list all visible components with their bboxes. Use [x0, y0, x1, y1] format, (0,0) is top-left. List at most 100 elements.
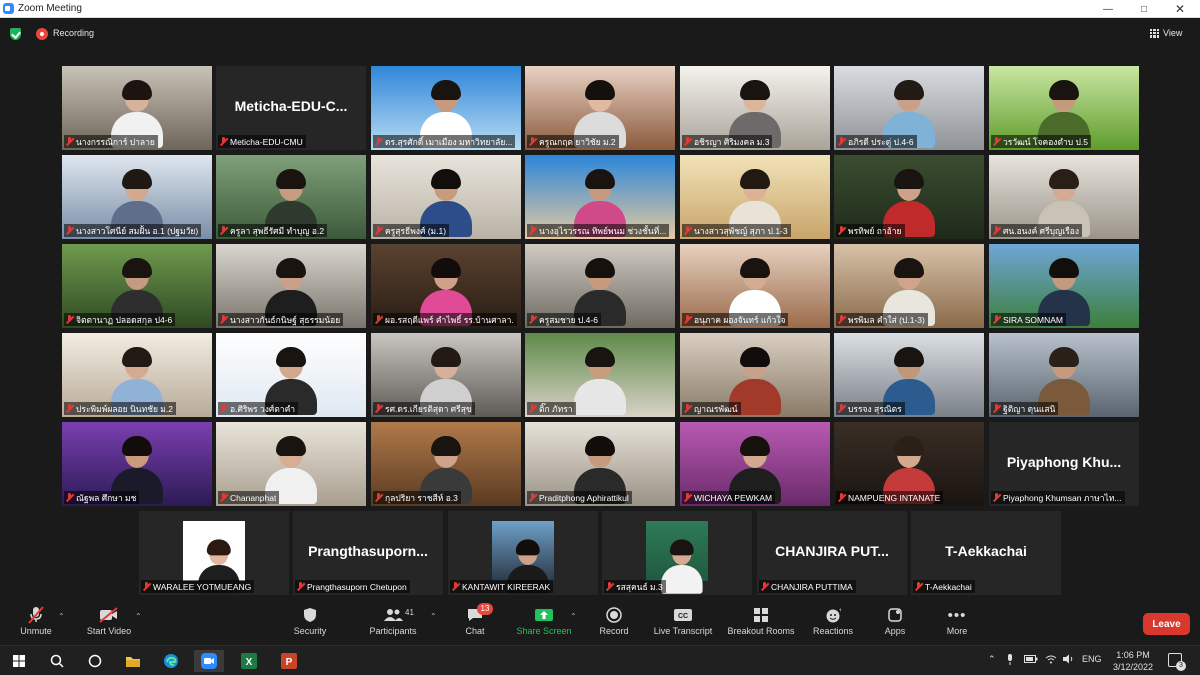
participant-tile[interactable]: ครูสุรธีพงศ์ (ม.1)	[371, 155, 521, 239]
reactions-button[interactable]: + Reactions	[810, 606, 856, 642]
participant-tile[interactable]: นางสาวสุพัชญ์ สุภา ป.1-3	[680, 155, 830, 239]
participant-tile[interactable]: Meticha-EDU-C... Meticha-EDU-CMU	[216, 66, 366, 150]
notification-center-icon[interactable]: 3	[1168, 653, 1186, 671]
participant-tile[interactable]: Praditphong Aphirattikul	[525, 422, 675, 506]
more-button[interactable]: ••• More	[942, 606, 972, 642]
participant-tile[interactable]: กุลปริยา ราชสีห์ อ.3	[371, 422, 521, 506]
security-shield-icon[interactable]	[10, 28, 21, 40]
maximize-icon[interactable]: □	[1126, 0, 1162, 18]
volume-icon[interactable]	[1062, 654, 1074, 666]
task-view-icon[interactable]	[80, 650, 110, 672]
participant-tile[interactable]: รสสุคนธ์ ม.3	[602, 511, 752, 595]
view-grid-icon	[1150, 28, 1159, 38]
share-screen-button[interactable]: Share Screen	[514, 606, 574, 642]
start-video-button[interactable]: Start Video	[82, 606, 136, 642]
participant-tile[interactable]: วรวัฒน์ โจคองตำบ ป.5	[989, 66, 1139, 150]
participant-name: บรรจง สุรณิตร	[848, 403, 902, 414]
participant-tile[interactable]: WICHAYA PEWKAM	[680, 422, 830, 506]
participant-tile[interactable]: พรทิพย์ ถาอ้าย	[834, 155, 984, 239]
participant-name-label: SIRA SOMNAM	[991, 313, 1066, 326]
participant-tile[interactable]: Piyaphong Khu... Piyaphong Khumsan ภาษาไท…	[989, 422, 1139, 506]
participant-tile[interactable]: ญาณรพัฒน์	[680, 333, 830, 417]
profile-photo	[646, 521, 708, 594]
participant-tile[interactable]: T-Aekkachai T-Aekkachai	[911, 511, 1061, 595]
mic-muted-icon	[992, 493, 1001, 502]
mic-muted-icon	[992, 226, 1001, 235]
participant-name-label: นางกรรณิการ์ ปาลาย	[64, 135, 158, 148]
participant-tile[interactable]: อภิรดี ประดู่ ป.4-6	[834, 66, 984, 150]
participant-tile[interactable]: พรพิมล คำใส่ (ป.1-3)	[834, 244, 984, 328]
participant-tile[interactable]: ติ๊ก ภัทรา	[525, 333, 675, 417]
participant-name: WICHAYA PEWKAM	[694, 492, 773, 503]
participant-tile[interactable]: CHANJIRA PUT... CHANJIRA PUTTIMA	[757, 511, 907, 595]
participant-name-label: กุลปริยา ราชสีห์ อ.3	[373, 491, 461, 504]
mic-muted-icon	[605, 582, 614, 591]
breakout-rooms-button[interactable]: Breakout Rooms	[724, 606, 798, 642]
audio-options-caret-icon[interactable]: ⌃	[58, 612, 65, 621]
participant-tile[interactable]: อนุภาค ผองจันทร์ แก้วใจ	[680, 244, 830, 328]
participant-tile[interactable]: จิตตานาฏ ปลอดสกุล ป4-6	[62, 244, 212, 328]
participant-tile[interactable]: อ.ศิริพร วงศ์ตาคำ	[216, 333, 366, 417]
mic-muted-icon	[837, 226, 846, 235]
microphone-tray-icon[interactable]	[1006, 654, 1014, 668]
windows-start-icon[interactable]	[4, 650, 34, 672]
participant-tile[interactable]: ประพิมพ์ผลอย นินทชัย ม.2	[62, 333, 212, 417]
powerpoint-icon[interactable]: P	[274, 650, 304, 672]
language-indicator[interactable]: ENG	[1082, 654, 1102, 664]
tray-overflow-chevron-icon[interactable]: ⌃	[988, 654, 996, 665]
record-button[interactable]: Record	[596, 606, 632, 642]
participant-tile[interactable]: นางสาวกันธ์กนิษฐ์ สุธรรมน้อย	[216, 244, 366, 328]
share-options-caret-icon[interactable]: ⌃	[570, 612, 577, 621]
close-icon[interactable]: ✕	[1162, 0, 1198, 18]
mic-muted-icon	[374, 226, 383, 235]
mic-muted-icon	[65, 404, 74, 413]
meeting-top-bar: Recording View	[0, 19, 1200, 49]
minimize-icon[interactable]: —	[1090, 0, 1126, 18]
leave-button[interactable]: Leave	[1143, 613, 1190, 635]
participant-tile[interactable]: บรรจง สุรณิตร	[834, 333, 984, 417]
participant-tile[interactable]: WARALEE YOTMUEANG	[139, 511, 289, 595]
participant-tile[interactable]: Chananphat	[216, 422, 366, 506]
participant-tile[interactable]: นางอุไรวรรณ ทิพย์พนม ช่วงชั้นที่...	[525, 155, 675, 239]
breakout-rooms-label: Breakout Rooms	[727, 626, 795, 636]
participant-tile[interactable]: นางสาวโศนีย์ สมฝั้น อ.1 (ปฐมวัย)	[62, 155, 212, 239]
mic-muted-icon	[65, 315, 74, 324]
security-button[interactable]: Security	[290, 606, 330, 642]
edge-icon[interactable]	[156, 650, 186, 672]
battery-icon[interactable]	[1024, 654, 1038, 666]
view-button[interactable]: View	[1150, 24, 1182, 42]
reactions-label: Reactions	[812, 626, 854, 636]
participant-tile[interactable]: ดร.สุรศักดิ์ เมาเมือง มหาวิทยาลัย...	[371, 66, 521, 150]
participant-tile[interactable]: ครูสมชาย ป.4-6	[525, 244, 675, 328]
participant-name: รสสุคนธ์ ม.3	[616, 581, 663, 592]
participant-tile[interactable]: ผอ.รสฤดีแพร์ คำไพธิ์ รร.บ้านศาลา...	[371, 244, 521, 328]
wifi-icon[interactable]	[1045, 654, 1057, 666]
zoom-taskbar-icon[interactable]	[194, 650, 224, 672]
search-icon[interactable]	[42, 650, 72, 672]
participant-tile[interactable]: ครูณกฤต ยาวิชัย ม.2	[525, 66, 675, 150]
participant-tile[interactable]: ฐิติญา ดุนแสนิ	[989, 333, 1139, 417]
participant-tile[interactable]: NAMPUENG INTANATE	[834, 422, 984, 506]
participants-button[interactable]: 41 Participants	[365, 606, 421, 642]
participant-name: ครูสุรธีพงศ์ (ม.1)	[385, 225, 447, 236]
participant-tile[interactable]: KANTAWIT KIREERAK	[448, 511, 598, 595]
excel-icon[interactable]: X	[234, 650, 264, 672]
participant-tile[interactable]: นางกรรณิการ์ ปาลาย	[62, 66, 212, 150]
participant-tile[interactable]: SIRA SOMNAM	[989, 244, 1139, 328]
participant-tile[interactable]: ครูลา สุพธีรัศมี ทำบุญ อ.2	[216, 155, 366, 239]
windows-taskbar: X P ⌃ ENG 1:06 PM 3/12/2022 3	[0, 645, 1200, 675]
file-explorer-icon[interactable]	[118, 650, 148, 672]
participant-tile[interactable]: ศน.อนงค์ ศรีบุญเรือง	[989, 155, 1139, 239]
taskbar-clock[interactable]: 1:06 PM 3/12/2022	[1108, 649, 1158, 673]
unmute-button[interactable]: Unmute	[14, 606, 58, 642]
apps-button[interactable]: Apps	[880, 606, 910, 642]
participant-tile[interactable]: Prangthasuporn... Prangthasuporn Chetupon	[293, 511, 443, 595]
participant-tile[interactable]: รศ.ดร.เกียรติสุดา ศรีสุข	[371, 333, 521, 417]
chat-button[interactable]: 13 Chat	[460, 603, 493, 642]
participant-name: ครูสมชาย ป.4-6	[539, 314, 598, 325]
participant-tile[interactable]: ณัฐพล ศึกษา มช	[62, 422, 212, 506]
participants-caret-icon[interactable]: ⌃	[430, 612, 437, 621]
video-options-caret-icon[interactable]: ⌃	[135, 612, 142, 621]
participant-tile[interactable]: อชิรญา ศิริมงคล ม.3	[680, 66, 830, 150]
live-transcript-button[interactable]: CC Live Transcript	[650, 606, 716, 642]
